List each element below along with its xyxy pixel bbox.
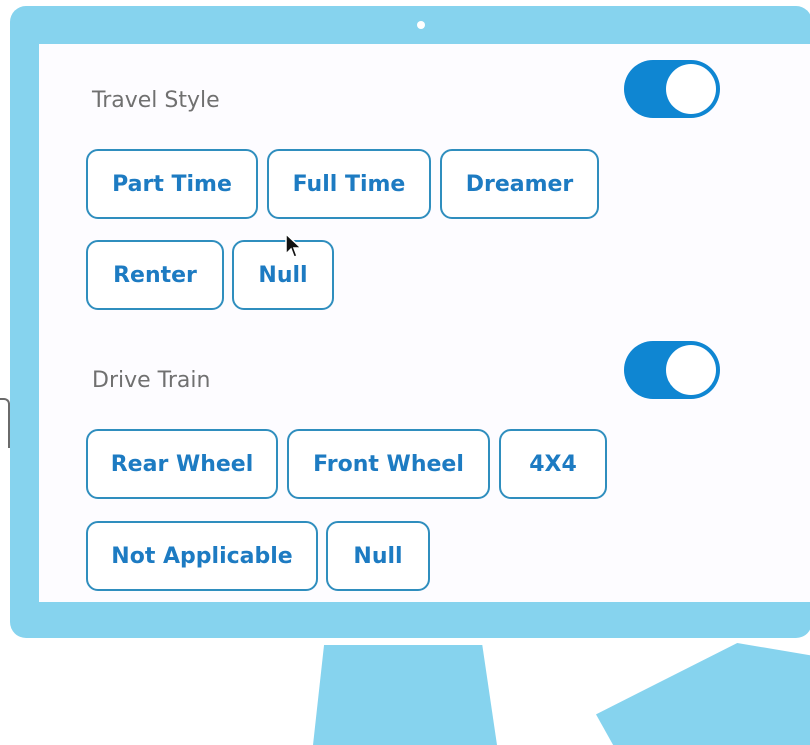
app-screen: Travel Style Part Time Full Time Dreamer… (39, 44, 810, 602)
travel-style-title: Travel Style (92, 88, 220, 113)
drive-train-title: Drive Train (92, 368, 211, 393)
option-4x4[interactable]: 4X4 (499, 429, 607, 499)
drive-train-toggle[interactable] (624, 341, 720, 399)
monitor-stand (313, 645, 497, 745)
edge-glyph (0, 398, 10, 448)
mouse-cursor-icon (285, 232, 303, 258)
toggle-knob (666, 345, 716, 395)
option-rear-wheel[interactable]: Rear Wheel (86, 429, 278, 499)
option-null-travel[interactable]: Null (232, 240, 334, 310)
option-not-applicable[interactable]: Not Applicable (86, 521, 318, 591)
option-null-drive[interactable]: Null (326, 521, 430, 591)
toggle-knob (666, 64, 716, 114)
monitor-foot (596, 643, 810, 745)
option-front-wheel[interactable]: Front Wheel (287, 429, 490, 499)
option-renter[interactable]: Renter (86, 240, 224, 310)
travel-style-toggle[interactable] (624, 60, 720, 118)
option-part-time[interactable]: Part Time (86, 149, 258, 219)
screen-wrapper: Travel Style Part Time Full Time Dreamer… (10, 6, 810, 638)
option-full-time[interactable]: Full Time (267, 149, 431, 219)
option-dreamer[interactable]: Dreamer (440, 149, 599, 219)
